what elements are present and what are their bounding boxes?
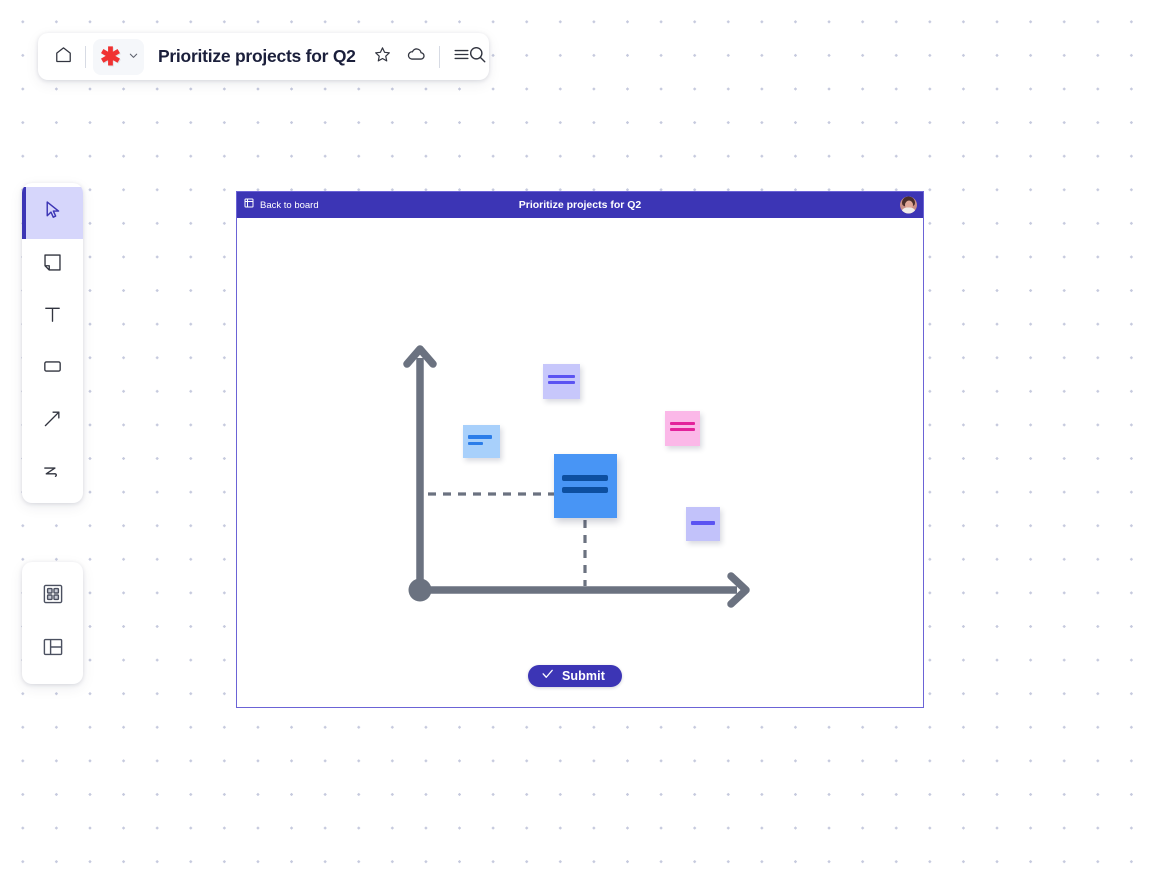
frame-canvas[interactable]: Submit: [237, 218, 923, 708]
note-text-line: [562, 475, 607, 481]
y-axis-arrowhead: [407, 349, 433, 364]
note-light-blue[interactable]: [463, 425, 500, 458]
tool-rail: [22, 183, 83, 503]
templates-panel-button[interactable]: [22, 623, 83, 676]
note-blue-selected[interactable]: [554, 454, 617, 518]
chevron-down-icon: [128, 48, 139, 66]
rectangle-icon: [41, 355, 64, 383]
star-icon: [373, 45, 392, 69]
frame-header: Back to board Prioritize projects for Q2: [237, 192, 923, 218]
toolbar-divider-2: [439, 46, 440, 68]
x-axis-arrowhead: [731, 576, 746, 604]
note-text-line: [670, 428, 696, 431]
note-text-line: [691, 521, 715, 525]
arrow-line-icon: [41, 407, 64, 435]
board-frame-icon: [243, 196, 255, 214]
origin-dot: [409, 579, 432, 602]
select-tool[interactable]: [22, 187, 83, 239]
back-to-board-label: Back to board: [260, 200, 319, 211]
shape-tool[interactable]: [22, 343, 83, 395]
text-T-icon: [41, 303, 64, 331]
note-text-line: [670, 422, 696, 425]
board-logo-button[interactable]: ✱: [93, 39, 144, 75]
note-text-line: [562, 487, 607, 493]
panel-rail: [22, 562, 83, 684]
search-button[interactable]: [462, 42, 492, 72]
submit-label: Submit: [562, 669, 605, 683]
back-to-board-button[interactable]: Back to board: [243, 196, 319, 214]
home-icon: [54, 45, 73, 69]
pen-tool[interactable]: [22, 447, 83, 499]
cloud-icon: [406, 44, 427, 70]
note-text-line: [468, 442, 484, 445]
top-toolbar: ✱ Prioritize projects for Q2: [38, 33, 489, 80]
note-text-line: [548, 381, 575, 384]
cloud-save-button[interactable]: [400, 40, 434, 74]
sticky-note-icon: [41, 251, 64, 279]
text-tool[interactable]: [22, 291, 83, 343]
connector-tool[interactable]: [22, 395, 83, 447]
grid-apps-icon: [41, 582, 65, 611]
note-periwinkle-top[interactable]: [543, 364, 580, 399]
sticky-note-tool[interactable]: [22, 239, 83, 291]
page-title: Prioritize projects for Q2: [158, 46, 356, 67]
search-icon: [467, 44, 488, 70]
apps-panel-button[interactable]: [22, 570, 83, 623]
board-frame: Back to board Prioritize projects for Q2: [236, 191, 924, 708]
favorite-button[interactable]: [366, 40, 400, 74]
avatar-body: [901, 208, 916, 214]
note-text-line: [468, 435, 492, 438]
layout-frame-icon: [41, 635, 65, 664]
note-pink[interactable]: [665, 411, 700, 446]
note-text-line: [548, 375, 575, 378]
asterisk-icon: ✱: [100, 45, 121, 70]
submit-button[interactable]: Submit: [528, 665, 622, 687]
cursor-arrow-icon: [41, 199, 64, 227]
frame-title: Prioritize projects for Q2: [237, 199, 923, 211]
check-icon: [540, 666, 555, 686]
home-button[interactable]: [46, 40, 80, 74]
toolbar-divider-1: [85, 46, 86, 68]
note-periwinkle-right[interactable]: [686, 507, 720, 541]
scribble-pen-icon: [41, 459, 64, 487]
user-avatar[interactable]: [900, 197, 917, 214]
